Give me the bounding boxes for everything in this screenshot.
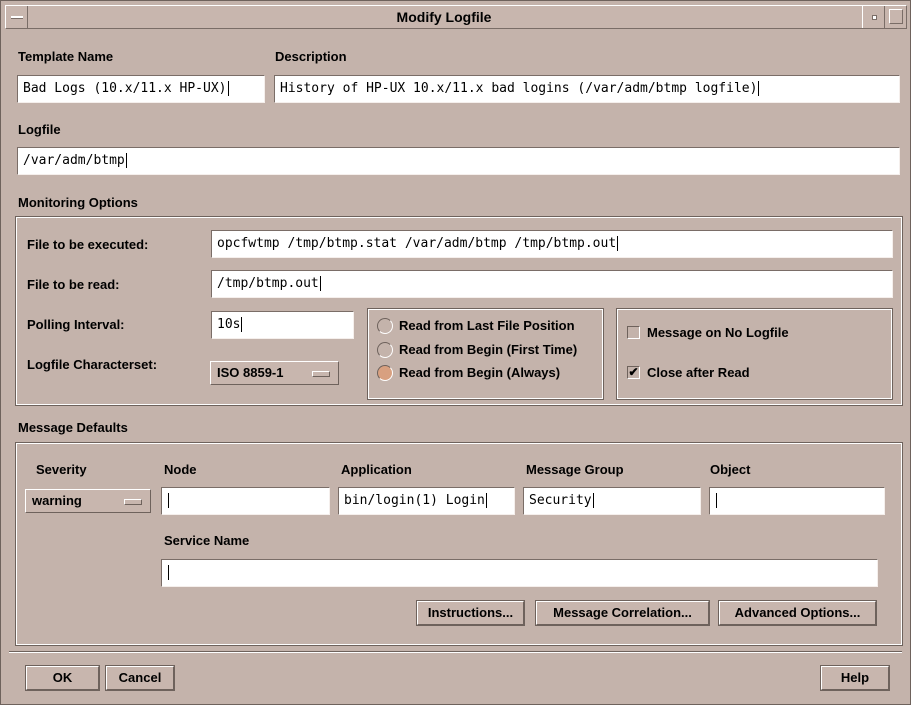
radio-label: Read from Begin (First Time) xyxy=(399,342,578,357)
severity-value: warning xyxy=(32,493,82,508)
help-button[interactable]: Help xyxy=(820,665,890,691)
text-cursor xyxy=(168,565,171,580)
template-name-label: Template Name xyxy=(18,49,114,64)
window-title: Modify Logfile xyxy=(396,9,492,25)
message-defaults-label: Message Defaults xyxy=(18,420,128,435)
severity-select[interactable]: warning xyxy=(25,489,151,513)
file-executed-value: opcfwtmp /tmp/btmp.stat /var/adm/btmp /t… xyxy=(217,236,617,251)
monitoring-options-label: Monitoring Options xyxy=(18,195,138,210)
file-read-label: File to be read: xyxy=(27,277,120,292)
message-correlation-button[interactable]: Message Correlation... xyxy=(535,600,710,626)
checkmark-icon: ✔ xyxy=(627,365,640,379)
application-value: bin/login(1) Login xyxy=(344,493,485,508)
object-label: Object xyxy=(710,462,751,477)
minimize-icon xyxy=(872,15,877,20)
message-group-label: Message Group xyxy=(526,462,624,477)
ok-button[interactable]: OK xyxy=(25,665,100,691)
template-name-field[interactable]: Bad Logs (10.x/11.x HP-UX) xyxy=(17,75,265,103)
severity-label: Severity xyxy=(36,462,87,477)
logfile-field[interactable]: /var/adm/btmp xyxy=(17,147,900,175)
file-executed-label: File to be executed: xyxy=(27,237,149,252)
option-menu-icon xyxy=(124,499,142,505)
modify-logfile-window: Modify Logfile Template Name Description… xyxy=(0,0,911,705)
charset-value: ISO 8859-1 xyxy=(217,365,284,380)
checkbox-label: Close after Read xyxy=(647,365,750,380)
checkbox-indicator xyxy=(627,326,640,339)
title-bar[interactable]: Modify Logfile xyxy=(5,5,907,29)
service-name-label: Service Name xyxy=(164,533,250,548)
text-cursor xyxy=(319,276,323,291)
radio-indicator xyxy=(377,342,393,358)
radio-indicator xyxy=(377,365,393,381)
template-name-value: Bad Logs (10.x/11.x HP-UX) xyxy=(23,81,227,96)
polling-interval-label: Polling Interval: xyxy=(27,317,125,332)
object-field[interactable] xyxy=(709,487,885,515)
window-menu-button[interactable] xyxy=(6,6,28,28)
description-value: History of HP-UX 10.x/11.x bad logins (/… xyxy=(280,81,758,96)
logfile-charset-label: Logfile Characterset: xyxy=(27,357,158,372)
file-read-value: /tmp/btmp.out xyxy=(217,276,319,291)
maximize-icon xyxy=(889,9,903,24)
radio-label: Read from Last File Position xyxy=(399,318,575,333)
polling-interval-value: 10s xyxy=(217,317,241,332)
footer-separator xyxy=(9,651,902,653)
instructions-button[interactable]: Instructions... xyxy=(416,600,525,626)
message-group-value: Security xyxy=(529,493,592,508)
file-read-field[interactable]: /tmp/btmp.out xyxy=(211,270,893,298)
advanced-options-button[interactable]: Advanced Options... xyxy=(718,600,877,626)
file-executed-field[interactable]: opcfwtmp /tmp/btmp.stat /var/adm/btmp /t… xyxy=(211,230,893,258)
logfile-label: Logfile xyxy=(18,122,61,137)
minimize-button[interactable] xyxy=(862,6,884,28)
node-label: Node xyxy=(164,462,197,477)
text-cursor xyxy=(592,493,596,508)
logfile-value: /var/adm/btmp xyxy=(23,153,125,168)
window-menu-icon xyxy=(11,16,23,19)
node-field[interactable] xyxy=(161,487,330,515)
polling-interval-field[interactable]: 10s xyxy=(211,311,354,339)
radio-label: Read from Begin (Always) xyxy=(399,365,561,380)
text-cursor xyxy=(716,493,719,508)
application-label: Application xyxy=(341,462,412,477)
text-cursor xyxy=(617,236,620,251)
text-cursor xyxy=(227,81,231,96)
radio-indicator xyxy=(377,318,393,334)
text-cursor xyxy=(125,153,129,168)
description-field[interactable]: History of HP-UX 10.x/11.x bad logins (/… xyxy=(274,75,900,103)
text-cursor xyxy=(758,81,761,96)
text-cursor xyxy=(485,493,489,508)
service-name-field[interactable] xyxy=(161,559,878,587)
charset-select[interactable]: ISO 8859-1 xyxy=(210,361,339,385)
description-label: Description xyxy=(275,49,347,64)
text-cursor xyxy=(168,493,171,508)
application-field[interactable]: bin/login(1) Login xyxy=(338,487,515,515)
maximize-button[interactable] xyxy=(884,6,906,28)
cancel-button[interactable]: Cancel xyxy=(105,665,175,691)
text-cursor xyxy=(241,317,244,332)
option-menu-icon xyxy=(312,371,330,377)
checkbox-label: Message on No Logfile xyxy=(647,325,789,340)
message-group-field[interactable]: Security xyxy=(523,487,701,515)
